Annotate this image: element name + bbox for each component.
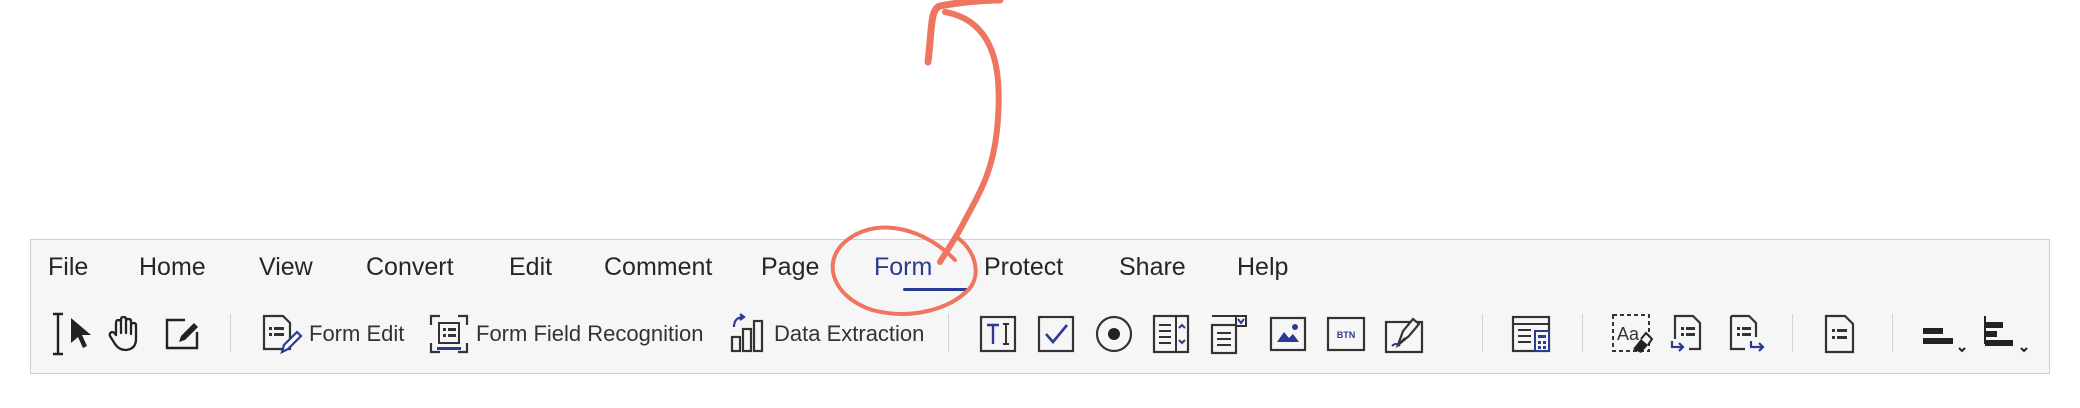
hand-tool[interactable]	[107, 294, 143, 374]
document-properties-tool[interactable]	[1823, 294, 1857, 374]
combo-box-tool[interactable]	[1210, 294, 1250, 374]
hand-icon	[108, 315, 138, 352]
button-field-icon: BTN	[1326, 316, 1366, 352]
svg-text:Aa: Aa	[1617, 324, 1640, 344]
image-field-icon	[1269, 316, 1307, 352]
text-select-icon	[53, 312, 63, 356]
align-left-icon	[1923, 328, 1966, 353]
clear-form-tool[interactable]: Aa	[1611, 294, 1653, 374]
calculate-tool[interactable]	[1511, 294, 1553, 374]
button-field-text: BTN	[1337, 330, 1356, 340]
toolbar-separator	[948, 314, 949, 352]
form-toolbar: Form Edit Form Field Recognition Data Ex…	[31, 294, 2049, 374]
list-box-icon	[1152, 314, 1190, 354]
form-edit-icon	[262, 314, 303, 355]
form-field-recognition-button[interactable]: Form Field Recognition	[428, 294, 703, 374]
radio-button-icon	[1095, 315, 1133, 353]
document-properties-icon	[1824, 314, 1855, 354]
menu-comment[interactable]: Comment	[604, 252, 712, 282]
calculate-icon	[1511, 315, 1551, 353]
menu-help[interactable]: Help	[1237, 252, 1288, 282]
form-edit-button[interactable]: Form Edit	[259, 294, 404, 374]
menu-form[interactable]: Form	[874, 252, 932, 282]
select-tool[interactable]	[68, 294, 96, 374]
clear-form-icon: Aa	[1612, 314, 1653, 353]
menu-bar: File Home View Convert Edit Comment Page…	[31, 240, 2049, 294]
menu-convert[interactable]: Convert	[366, 252, 454, 282]
menu-home[interactable]: Home	[139, 252, 206, 282]
data-extraction-label: Data Extraction	[774, 321, 925, 346]
import-form-data-tool[interactable]	[1669, 294, 1709, 374]
form-field-recognition-icon	[429, 314, 469, 354]
radio-button-tool[interactable]	[1094, 294, 1134, 374]
toolbar-separator	[1582, 314, 1583, 352]
image-field-tool[interactable]	[1269, 294, 1307, 374]
menu-view[interactable]: View	[259, 252, 313, 282]
form-edit-label: Form Edit	[309, 321, 405, 346]
export-form-data-icon	[1729, 314, 1765, 352]
import-form-data-icon	[1670, 314, 1702, 352]
distribute-dropdown[interactable]	[1981, 294, 2031, 374]
checkbox-tool[interactable]	[1037, 294, 1075, 374]
signature-field-icon	[1384, 317, 1424, 354]
toolbar-separator	[1892, 314, 1893, 352]
edit-object-tool[interactable]	[163, 294, 203, 374]
combo-box-icon	[1210, 315, 1247, 355]
form-field-recognition-label: Form Field Recognition	[476, 321, 704, 346]
text-field-tool[interactable]	[979, 294, 1017, 374]
select-text-tool[interactable]	[51, 294, 65, 374]
checkbox-icon	[1037, 315, 1075, 353]
toolbar-separator	[1482, 314, 1483, 352]
toolbar-separator	[230, 314, 231, 352]
menu-edit[interactable]: Edit	[509, 252, 552, 282]
list-box-tool[interactable]	[1152, 294, 1190, 374]
data-extraction-icon	[730, 313, 764, 353]
toolbar-separator	[1792, 314, 1793, 352]
edit-object-icon	[165, 318, 199, 350]
align-distribute-icon	[1984, 316, 2028, 353]
signature-field-tool[interactable]	[1384, 294, 1426, 374]
button-field-tool[interactable]: BTN	[1326, 294, 1366, 374]
select-arrow-icon	[71, 318, 91, 348]
text-field-icon	[979, 315, 1017, 353]
export-form-data-tool[interactable]	[1727, 294, 1769, 374]
menu-file[interactable]: File	[48, 252, 88, 282]
align-dropdown[interactable]	[1921, 294, 1969, 374]
menu-share[interactable]: Share	[1119, 252, 1186, 282]
menu-page[interactable]: Page	[761, 252, 819, 282]
menu-protect[interactable]: Protect	[984, 252, 1063, 282]
application-ribbon: File Home View Convert Edit Comment Page…	[30, 239, 2050, 374]
active-tab-underline	[903, 288, 971, 291]
data-extraction-button[interactable]: Data Extraction	[728, 294, 924, 374]
